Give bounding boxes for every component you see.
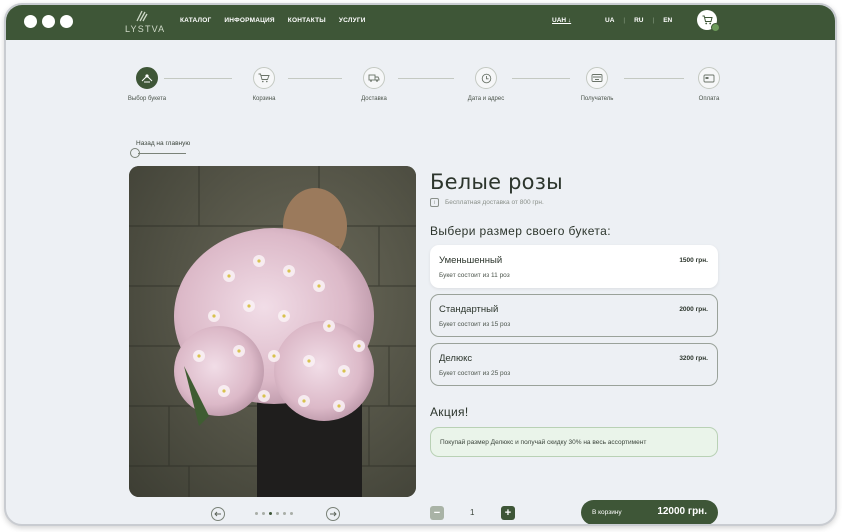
cart-total: 12000 грн. bbox=[657, 506, 707, 517]
window-dot[interactable] bbox=[42, 15, 55, 28]
info-icon: i bbox=[430, 198, 439, 207]
plus-icon: + bbox=[504, 507, 512, 519]
carousel-dot[interactable] bbox=[290, 512, 293, 515]
option-price: 2000 грн. bbox=[679, 306, 708, 313]
add-to-cart-label: В корзину bbox=[592, 509, 622, 516]
option-name: Делюкс bbox=[439, 353, 473, 364]
cart-icon bbox=[702, 15, 713, 25]
carousel-prev-button[interactable] bbox=[211, 507, 225, 521]
image-carousel-controls bbox=[211, 507, 341, 521]
option-price: 1500 грн. bbox=[679, 257, 708, 264]
promo-heading: Акция! bbox=[430, 405, 469, 419]
choose-size-heading: Выбери размер своего букета: bbox=[430, 224, 611, 238]
option-name: Стандартный bbox=[439, 304, 499, 315]
nav-item-services[interactable]: УСЛУГИ bbox=[339, 17, 366, 24]
step-label: Доставка bbox=[361, 96, 387, 102]
cart-button[interactable] bbox=[697, 10, 720, 32]
product-title: Белые розы bbox=[430, 170, 563, 194]
app-window: LYSTVA КАТАЛОГ ИНФОРМАЦИЯ КОНТАКТЫ УСЛУГ… bbox=[4, 3, 837, 526]
carousel-dot-active[interactable] bbox=[269, 512, 272, 515]
quantity-value[interactable]: 1 bbox=[470, 508, 474, 517]
option-desc: Букет состоит из 25 роз bbox=[439, 370, 511, 377]
arrow-right-icon bbox=[330, 511, 337, 517]
promo-text: Покупай размер Делюкс и получай скидку 3… bbox=[440, 438, 647, 446]
brand-logo[interactable]: LYSTVA bbox=[123, 10, 166, 36]
arrow-left-icon bbox=[214, 511, 221, 517]
language-switcher: UA | RU | EN bbox=[596, 17, 681, 24]
carousel-dot[interactable] bbox=[255, 512, 258, 515]
main-nav: КАТАЛОГ ИНФОРМАЦИЯ КОНТАКТЫ УСЛУГИ bbox=[180, 17, 366, 24]
checkout-stepper: Выбор букета Корзина Доставка Дата и адр… bbox=[6, 67, 835, 111]
step-recipient[interactable]: Получатель bbox=[552, 67, 642, 102]
recipient-icon bbox=[586, 67, 608, 89]
carousel-dot[interactable] bbox=[283, 512, 286, 515]
lang-ua[interactable]: UA bbox=[596, 17, 623, 24]
carousel-dot[interactable] bbox=[276, 512, 279, 515]
card-icon bbox=[698, 67, 720, 89]
nav-item-contacts[interactable]: КОНТАКТЫ bbox=[288, 17, 326, 24]
cart-icon bbox=[253, 67, 275, 89]
carousel-dot[interactable] bbox=[262, 512, 265, 515]
size-option-small[interactable]: Уменьшенный Букет состоит из 11 роз 1500… bbox=[430, 245, 718, 288]
step-delivery[interactable]: Доставка bbox=[329, 67, 419, 102]
option-desc: Букет состоит из 11 роз bbox=[439, 272, 510, 279]
step-label: Получатель bbox=[580, 96, 614, 102]
lang-en[interactable]: EN bbox=[654, 17, 681, 24]
minus-icon: − bbox=[433, 507, 441, 519]
shipping-note: i Бесплатная доставка от 800 грн. bbox=[430, 198, 544, 207]
option-name: Уменьшенный bbox=[439, 255, 503, 266]
clock-icon bbox=[475, 67, 497, 89]
delivery-icon bbox=[363, 67, 385, 89]
back-link-label: Назад на главную bbox=[136, 140, 191, 147]
bouquet-photo bbox=[129, 166, 416, 497]
leaf-icon bbox=[136, 10, 148, 22]
size-option-deluxe[interactable]: Делюкс Букет состоит из 25 роз 3200 грн. bbox=[430, 343, 718, 386]
step-label: Корзина bbox=[252, 96, 276, 102]
step-cart[interactable]: Корзина bbox=[219, 67, 309, 102]
add-to-cart-button[interactable]: В корзину 12000 грн. bbox=[581, 500, 718, 524]
bouquet-icon bbox=[136, 67, 158, 89]
carousel-next-button[interactable] bbox=[326, 507, 340, 521]
window-dot[interactable] bbox=[60, 15, 73, 28]
cart-count-badge bbox=[711, 23, 720, 32]
step-label: Выбор букета bbox=[127, 96, 167, 102]
promo-banner: Покупай размер Делюкс и получай скидку 3… bbox=[430, 427, 718, 457]
option-price: 3200 грн. bbox=[679, 355, 708, 362]
brand-name: LYSTVA bbox=[125, 24, 166, 34]
lang-ru[interactable]: RU bbox=[625, 17, 652, 24]
currency-select[interactable]: UAH ↓ bbox=[552, 17, 571, 24]
step-choose-bouquet[interactable]: Выбор букета bbox=[102, 67, 192, 102]
back-to-home-link[interactable]: Назад на главную bbox=[130, 140, 210, 160]
window-dot[interactable] bbox=[24, 15, 37, 28]
shipping-note-text: Бесплатная доставка от 800 грн. bbox=[445, 199, 544, 206]
quantity-increase-button[interactable]: + bbox=[501, 506, 515, 520]
carousel-dots bbox=[255, 512, 293, 515]
step-payment[interactable]: Оплата bbox=[664, 67, 754, 102]
underline bbox=[138, 153, 186, 154]
step-label: Оплата bbox=[698, 96, 720, 102]
top-bar: LYSTVA КАТАЛОГ ИНФОРМАЦИЯ КОНТАКТЫ УСЛУГ… bbox=[6, 5, 835, 40]
nav-item-info[interactable]: ИНФОРМАЦИЯ bbox=[224, 17, 274, 24]
step-date-address[interactable]: Дата и адрес bbox=[441, 67, 531, 102]
quantity-decrease-button[interactable]: − bbox=[430, 506, 444, 520]
window-controls bbox=[24, 15, 73, 28]
step-label: Дата и адрес bbox=[467, 96, 505, 102]
option-desc: Букет состоит из 15 роз bbox=[439, 321, 511, 328]
product-image[interactable] bbox=[129, 166, 416, 497]
size-option-standard[interactable]: Стандартный Букет состоит из 15 роз 2000… bbox=[430, 294, 718, 337]
nav-item-catalog[interactable]: КАТАЛОГ bbox=[180, 17, 211, 24]
